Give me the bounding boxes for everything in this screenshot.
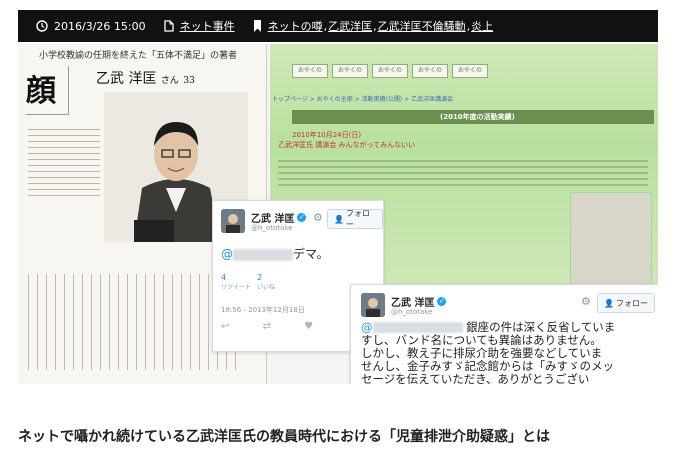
- post-date: 2016/3/26 15:00: [54, 19, 146, 33]
- event-poster-photo: [570, 192, 652, 292]
- tweet-handle: @h_ototake: [391, 308, 433, 316]
- follow-user-icon: 👤: [604, 298, 614, 308]
- redacted-mention: [372, 322, 463, 333]
- reply-icon[interactable]: ↩: [221, 321, 229, 332]
- webpage-body-text: [278, 156, 648, 190]
- avatar: [361, 293, 385, 317]
- clock-icon: [36, 20, 48, 32]
- tweet-author: 乙武 洋匡 ✓: [251, 213, 307, 225]
- gear-icon[interactable]: ⚙: [313, 211, 323, 224]
- follow-button[interactable]: 👤 フォロー: [327, 209, 383, 229]
- article-image-collage: 小学校教諭の任期を終えた「五体不満足」の著者 顔 乙武 洋匡 さん 33 おやく…: [18, 44, 658, 384]
- webpage-breadcrumb: トップページ > おやくの全部 > 活動実績(公開) > 乙武洋匡講演会: [272, 96, 454, 103]
- article-title: ネットで囁かれ続けている乙武洋匡氏の教員時代における「児童排泄介助疑惑」とは: [18, 429, 550, 445]
- tweet-actions: ↩ ⇄ ♥: [221, 321, 313, 332]
- tweet-text: @ 銀座の件は深く反省していま すし、バンド名についても異論はありません。 しか…: [361, 320, 616, 385]
- tag-link[interactable]: 炎上: [471, 18, 493, 34]
- follow-button[interactable]: 👤 フォロー: [597, 293, 655, 313]
- tag-link[interactable]: 乙武洋匡不倫騒動: [378, 18, 466, 34]
- category-link[interactable]: ネット事件: [180, 18, 235, 34]
- tag-link[interactable]: 乙武洋匡: [328, 18, 372, 34]
- newspaper-person-name: 乙武 洋匡 さん 33: [96, 71, 195, 87]
- follow-user-icon: 👤: [334, 214, 344, 224]
- retweet-icon[interactable]: ⇄: [263, 321, 271, 332]
- date-item: 2016/3/26 15:00: [36, 20, 146, 33]
- retweet-count: 4 リツイート: [221, 273, 252, 291]
- webpage-year-heading: (2010年度の活動実績): [440, 113, 515, 121]
- document-icon: [163, 20, 174, 32]
- tweet-author: 乙武 洋匡 ✓: [391, 297, 447, 309]
- webpage-nav: おやくの おやくの おやくの おやくの おやくの: [292, 64, 488, 78]
- webpage-date: 2010年10月24日(日): [292, 131, 362, 139]
- avatar: [221, 209, 245, 233]
- tags-item: ネットの噂, 乙武洋匡, 乙武洋匡不倫騒動, 炎上: [253, 18, 493, 34]
- gear-icon[interactable]: ⚙: [581, 295, 591, 308]
- tweet-handle: @h_ototake: [251, 224, 293, 232]
- like-count: 2 いいね: [257, 273, 276, 291]
- tweet-card: 乙武 洋匡 ✓ @h_ototake ⚙ 👤 フォロー @ 銀座の件は深く反省してい…: [350, 284, 658, 384]
- newspaper-section-mark: 顔: [26, 66, 69, 115]
- tag-link[interactable]: ネットの噂: [268, 18, 323, 34]
- verified-icon: ✓: [297, 213, 307, 222]
- redacted-mention: [233, 248, 293, 261]
- category-item: ネット事件: [163, 18, 235, 34]
- article-meta-bar: 2016/3/26 15:00 ネット事件 ネットの噂, 乙武洋匡, 乙武洋匡不…: [18, 10, 658, 42]
- tweet-text: @ デマ。: [221, 247, 329, 261]
- like-icon[interactable]: ♥: [304, 321, 313, 332]
- newspaper-banner: 小学校教諭の任期を終えた「五体不満足」の著者: [38, 51, 237, 61]
- verified-icon: ✓: [437, 297, 447, 306]
- webpage-headline: 乙武洋匡氏 講演会 みんながってみんないい: [278, 141, 416, 149]
- bookmark-icon: [253, 20, 261, 32]
- tweet-timestamp: 18:56 - 2013年12月18日: [221, 306, 305, 314]
